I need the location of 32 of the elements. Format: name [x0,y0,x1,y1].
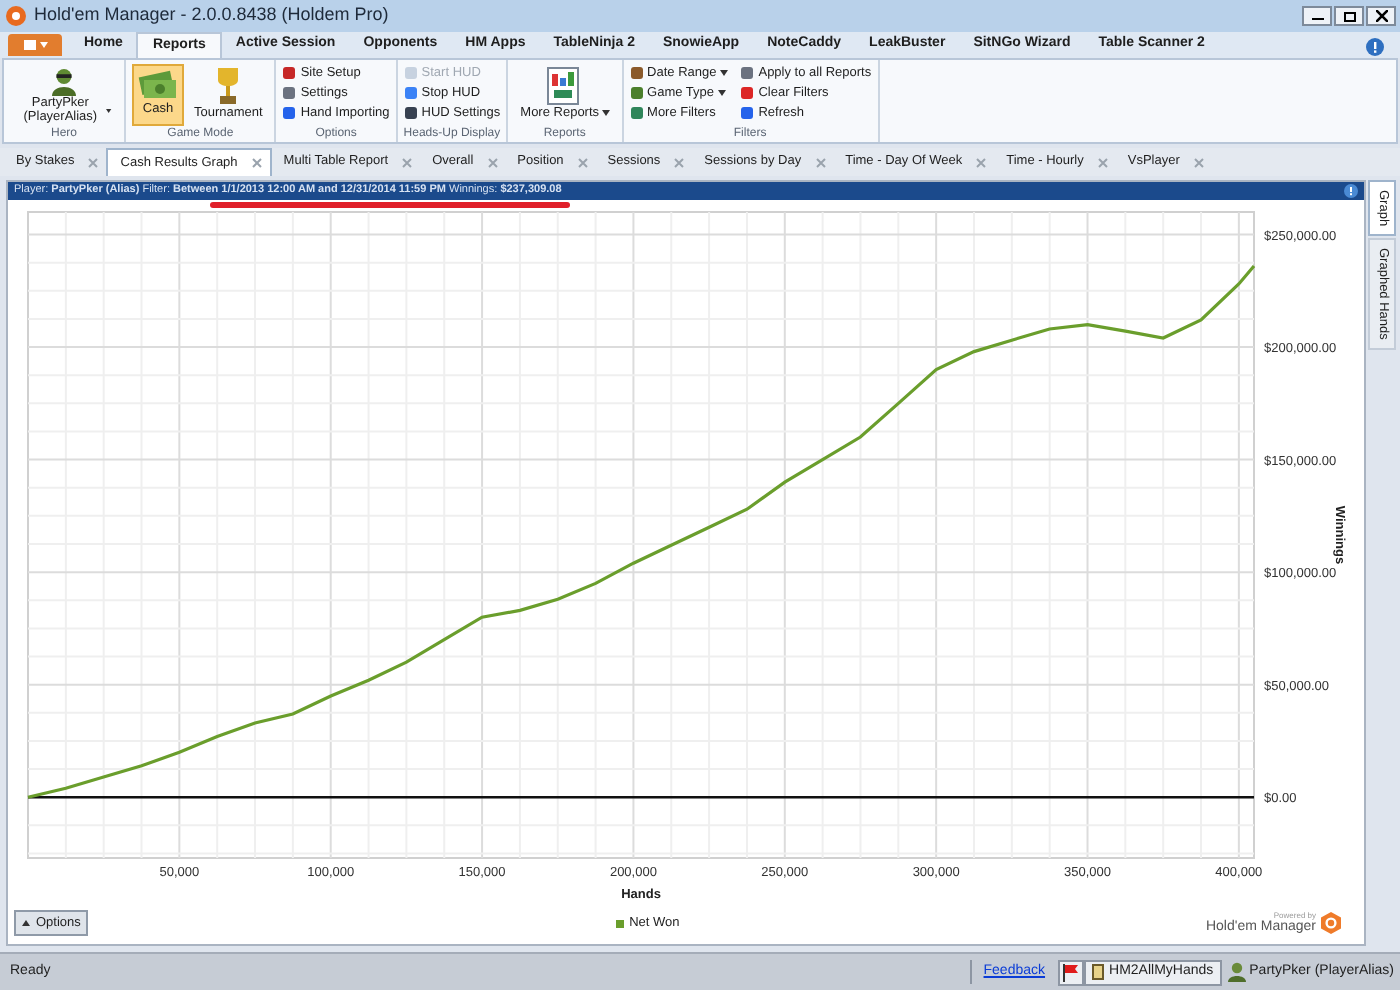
app-logo-icon [6,6,26,26]
close-icon[interactable] [251,158,262,168]
dropdown-caret-icon [718,90,727,96]
square-icon [403,86,418,100]
caret-up-icon [22,920,30,926]
dropdown-caret-icon [601,110,610,116]
help-icon[interactable] [1344,184,1358,198]
dropdown-caret-icon [106,107,112,113]
close-icon[interactable] [815,157,826,167]
application-menu-button[interactable] [8,34,62,56]
close-icon[interactable] [976,157,987,167]
close-icon[interactable] [88,157,99,167]
brand-logo-icon [1320,912,1342,934]
close-icon[interactable] [577,157,588,167]
close-icon[interactable] [1193,157,1204,167]
close-icon[interactable] [674,157,685,167]
player-avatar-icon [1227,962,1246,982]
help-icon[interactable] [1366,38,1384,56]
close-icon[interactable] [487,157,498,167]
money-icon [138,66,178,102]
database-icon [1091,964,1104,980]
window-title: Hold'em Manager - 2.0.0.8438 (Holdem Pro) [34,2,389,29]
maximize-button[interactable] [1334,6,1364,26]
flag-button[interactable] [1057,959,1084,985]
report-icon [546,66,583,106]
close-icon[interactable] [1097,157,1108,167]
caret-icon [39,42,47,48]
close-icon[interactable] [402,157,413,167]
close-button[interactable] [1366,6,1396,26]
close-icon [1375,10,1387,22]
minimize-button[interactable] [1302,6,1332,26]
dropdown-caret-icon [720,70,729,76]
